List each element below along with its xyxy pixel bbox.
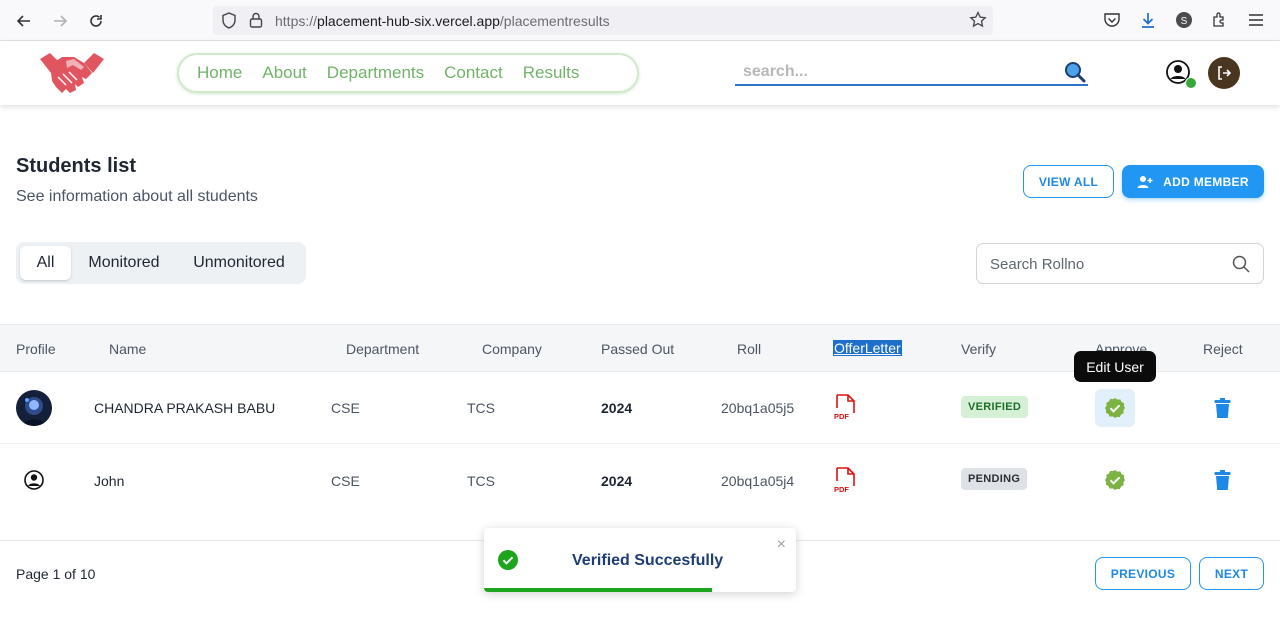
online-status-dot	[1185, 77, 1197, 89]
student-roll: 20bq1a05j5	[721, 400, 795, 416]
toast-progress-bar	[484, 588, 712, 592]
col-roll: Roll	[737, 341, 762, 357]
next-button[interactable]: NEXT	[1199, 557, 1264, 590]
col-verify: Verify	[961, 341, 997, 357]
browser-toolbar: https://placement-hub-six.vercel.app/pla…	[0, 0, 1280, 41]
lock-icon[interactable]	[249, 12, 263, 33]
student-passed-out: 2024	[601, 473, 633, 489]
extensions-icon[interactable]	[1210, 10, 1230, 30]
handshake-logo-icon[interactable]	[38, 47, 106, 99]
student-name: CHANDRA PRAKASH BABU	[94, 400, 276, 416]
nav-departments[interactable]: Departments	[327, 63, 424, 83]
address-bar[interactable]: https://placement-hub-six.vercel.app/pla…	[213, 6, 993, 35]
nav-contact[interactable]: Contact	[444, 63, 503, 83]
nav-results[interactable]: Results	[523, 63, 580, 83]
header-search-input[interactable]	[743, 61, 1043, 83]
header-search	[735, 59, 1088, 86]
avatar[interactable]	[24, 470, 44, 495]
student-company: TCS	[467, 473, 495, 489]
logout-button[interactable]	[1208, 57, 1240, 89]
col-profile: Profile	[16, 341, 56, 357]
page-title: Students list	[16, 155, 137, 177]
tab-all[interactable]: All	[20, 246, 71, 280]
col-name: Name	[109, 341, 147, 357]
student-roll: 20bq1a05j4	[721, 473, 795, 489]
roll-search	[976, 243, 1264, 284]
approve-button[interactable]	[1095, 461, 1135, 499]
page-info: Page 1 of 10	[16, 566, 96, 582]
pdf-label: PDF	[834, 412, 849, 421]
approve-button[interactable]	[1095, 389, 1135, 427]
url-text: https://placement-hub-six.vercel.app/pla…	[275, 13, 610, 29]
pdf-label: PDF	[834, 485, 849, 494]
svg-text:S: S	[1181, 16, 1188, 27]
trash-icon[interactable]	[1214, 398, 1231, 423]
close-icon[interactable]: ×	[777, 536, 786, 554]
forward-arrow-icon[interactable]	[48, 9, 72, 33]
col-reject: Reject	[1203, 341, 1243, 357]
approve-check-icon	[1105, 470, 1125, 490]
app-header: Home About Departments Contact Results	[0, 41, 1280, 105]
col-company: Company	[482, 341, 542, 357]
pocket-icon[interactable]	[1102, 10, 1122, 30]
status-badge: VERIFIED	[961, 396, 1029, 418]
nav-home[interactable]: Home	[197, 63, 242, 83]
roll-search-input[interactable]	[990, 254, 1220, 274]
previous-button[interactable]: PREVIOUS	[1095, 557, 1191, 590]
student-department: CSE	[331, 473, 360, 489]
bookmark-star-icon[interactable]	[969, 10, 987, 34]
tab-monitored[interactable]: Monitored	[71, 246, 177, 280]
filter-tabs: All Monitored Unmonitored	[16, 242, 306, 284]
reload-icon[interactable]	[84, 9, 108, 33]
col-offer-letter: OfferLetter	[833, 340, 902, 356]
view-all-button[interactable]: VIEW ALL	[1023, 165, 1114, 198]
student-department: CSE	[331, 400, 360, 416]
search-icon[interactable]	[1064, 61, 1086, 83]
table-row: CHANDRA PRAKASH BABU CSE TCS 2024 20bq1a…	[0, 372, 1280, 444]
search-icon[interactable]	[1231, 254, 1251, 274]
toast-message: Verified Succesfully	[572, 552, 724, 569]
col-department: Department	[346, 341, 420, 357]
back-arrow-icon[interactable]	[12, 9, 36, 33]
col-passed-out: Passed Out	[601, 341, 675, 357]
page-subtitle: See information about all students	[16, 188, 258, 205]
menu-icon[interactable]	[1246, 10, 1266, 30]
shield-icon[interactable]	[221, 12, 237, 34]
toast-notification: Verified Succesfully ×	[484, 528, 796, 592]
add-member-label: ADD MEMBER	[1163, 174, 1249, 189]
table-row: John CSE TCS 2024 20bq1a05j4 PDF PENDING	[0, 444, 1280, 516]
trash-icon[interactable]	[1214, 470, 1231, 495]
download-icon[interactable]	[1138, 10, 1158, 30]
add-member-button[interactable]: ADD MEMBER	[1122, 165, 1264, 198]
status-badge: PENDING	[961, 468, 1028, 490]
success-check-icon	[498, 550, 518, 570]
add-user-icon	[1137, 175, 1153, 188]
avatar[interactable]	[16, 390, 52, 426]
main-nav: Home About Departments Contact Results	[177, 53, 639, 93]
approve-check-icon	[1105, 398, 1125, 418]
logout-icon	[1218, 66, 1232, 80]
tab-unmonitored[interactable]: Unmonitored	[177, 246, 301, 280]
edit-user-tooltip: Edit User	[1074, 351, 1156, 382]
pdf-icon[interactable]: PDF	[832, 394, 858, 427]
student-company: TCS	[467, 400, 495, 416]
nav-about[interactable]: About	[262, 63, 306, 83]
student-name: John	[94, 473, 125, 489]
student-passed-out: 2024	[601, 400, 633, 416]
pdf-icon[interactable]: PDF	[832, 467, 858, 500]
account-icon[interactable]: S	[1174, 10, 1194, 30]
